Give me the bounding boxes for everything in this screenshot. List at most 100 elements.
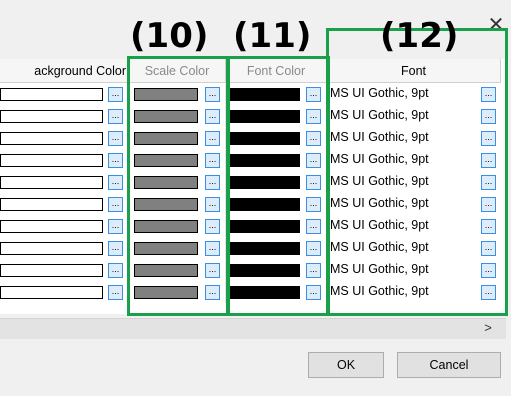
scale-color-browse-button[interactable]: ... [205, 285, 220, 300]
scale-color-cell[interactable]: ... [129, 238, 226, 259]
font-color-cell[interactable]: ... [226, 260, 327, 281]
font-color-cell[interactable]: ... [226, 150, 327, 171]
background-color-browse-button[interactable]: ... [108, 175, 123, 190]
scale-color-browse-button[interactable]: ... [205, 263, 220, 278]
table-row[interactable]: ......... MS UI Gothic, 9pt... [0, 128, 506, 149]
scale-color-browse-button[interactable]: ... [205, 219, 220, 234]
font-browse-button[interactable]: ... [481, 87, 496, 102]
background-color-cell[interactable]: ... [0, 238, 129, 259]
font-color-browse-button[interactable]: ... [306, 109, 321, 124]
column-header-scale-color[interactable]: Scale Color [129, 59, 226, 83]
font-browse-button[interactable]: ... [481, 241, 496, 256]
font-color-swatch [230, 198, 300, 211]
scale-color-browse-button[interactable]: ... [205, 131, 220, 146]
font-value: MS UI Gothic, 9pt [330, 174, 429, 188]
background-color-browse-button[interactable]: ... [108, 197, 123, 212]
font-browse-button[interactable]: ... [481, 197, 496, 212]
background-color-cell[interactable]: ... [0, 150, 129, 171]
table-row[interactable]: ......... MS UI Gothic, 9pt... [0, 106, 506, 127]
scroll-right-icon[interactable]: > [478, 319, 498, 337]
background-color-swatch [0, 154, 103, 167]
table-row[interactable]: ......... MS UI Gothic, 9pt... [0, 150, 506, 171]
background-color-browse-button[interactable]: ... [108, 219, 123, 234]
font-color-browse-button[interactable]: ... [306, 263, 321, 278]
background-color-cell[interactable]: ... [0, 172, 129, 193]
background-color-swatch [0, 198, 103, 211]
scale-color-cell[interactable]: ... [129, 84, 226, 105]
scale-color-cell[interactable]: ... [129, 282, 226, 303]
background-color-cell[interactable]: ... [0, 84, 129, 105]
font-color-browse-button[interactable]: ... [306, 153, 321, 168]
column-header-font-color[interactable]: Font Color [226, 59, 327, 83]
font-browse-button[interactable]: ... [481, 153, 496, 168]
scale-color-browse-button[interactable]: ... [205, 197, 220, 212]
background-color-cell[interactable]: ... [0, 260, 129, 281]
table-row[interactable]: ......... MS UI Gothic, 9pt... [0, 238, 506, 259]
background-color-cell[interactable]: ... [0, 194, 129, 215]
font-browse-button[interactable]: ... [481, 285, 496, 300]
background-color-browse-button[interactable]: ... [108, 285, 123, 300]
background-color-swatch [0, 176, 103, 189]
background-color-cell[interactable]: ... [0, 106, 129, 127]
font-color-cell[interactable]: ... [226, 194, 327, 215]
font-color-cell[interactable]: ... [226, 216, 327, 237]
font-color-browse-button[interactable]: ... [306, 87, 321, 102]
font-color-cell[interactable]: ... [226, 172, 327, 193]
font-color-browse-button[interactable]: ... [306, 175, 321, 190]
scale-color-browse-button[interactable]: ... [205, 87, 220, 102]
font-color-cell[interactable]: ... [226, 106, 327, 127]
font-browse-button[interactable]: ... [481, 219, 496, 234]
scale-color-cell[interactable]: ... [129, 260, 226, 281]
scale-color-cell[interactable]: ... [129, 128, 226, 149]
column-header-background-color[interactable]: ackground Color [0, 59, 129, 83]
background-color-cell[interactable]: ... [0, 282, 129, 303]
scale-color-swatch [134, 132, 198, 145]
font-color-swatch [230, 286, 300, 299]
horizontal-scrollbar[interactable] [0, 318, 506, 339]
font-color-cell[interactable]: ... [226, 84, 327, 105]
callout-10: (10) [130, 16, 209, 56]
background-color-browse-button[interactable]: ... [108, 241, 123, 256]
font-color-cell[interactable]: ... [226, 282, 327, 303]
font-color-cell[interactable]: ... [226, 238, 327, 259]
table-row[interactable]: ......... MS UI Gothic, 9pt... [0, 194, 506, 215]
scale-color-cell[interactable]: ... [129, 150, 226, 171]
font-color-browse-button[interactable]: ... [306, 131, 321, 146]
font-browse-button[interactable]: ... [481, 263, 496, 278]
font-color-browse-button[interactable]: ... [306, 241, 321, 256]
font-value: MS UI Gothic, 9pt [330, 196, 429, 210]
background-color-browse-button[interactable]: ... [108, 131, 123, 146]
background-color-cell[interactable]: ... [0, 216, 129, 237]
scale-color-cell[interactable]: ... [129, 216, 226, 237]
callout-12: (12) [380, 16, 459, 56]
font-value: MS UI Gothic, 9pt [330, 218, 429, 232]
font-browse-button[interactable]: ... [481, 131, 496, 146]
scale-color-browse-button[interactable]: ... [205, 175, 220, 190]
cancel-button[interactable]: Cancel [397, 352, 501, 378]
scale-color-browse-button[interactable]: ... [205, 241, 220, 256]
background-color-browse-button[interactable]: ... [108, 153, 123, 168]
font-color-browse-button[interactable]: ... [306, 219, 321, 234]
close-icon[interactable]: ✕ [486, 14, 506, 34]
scale-color-cell[interactable]: ... [129, 106, 226, 127]
font-color-cell[interactable]: ... [226, 128, 327, 149]
background-color-browse-button[interactable]: ... [108, 263, 123, 278]
scale-color-browse-button[interactable]: ... [205, 153, 220, 168]
table-row[interactable]: ......... MS UI Gothic, 9pt... [0, 282, 506, 303]
font-color-browse-button[interactable]: ... [306, 197, 321, 212]
table-row[interactable]: ......... MS UI Gothic, 9pt... [0, 216, 506, 237]
scale-color-cell[interactable]: ... [129, 194, 226, 215]
table-row[interactable]: ......... MS UI Gothic, 9pt... [0, 260, 506, 281]
scale-color-browse-button[interactable]: ... [205, 109, 220, 124]
table-row[interactable]: ......... MS UI Gothic, 9pt... [0, 84, 506, 105]
background-color-cell[interactable]: ... [0, 128, 129, 149]
font-color-browse-button[interactable]: ... [306, 285, 321, 300]
font-browse-button[interactable]: ... [481, 175, 496, 190]
font-browse-button[interactable]: ... [481, 109, 496, 124]
background-color-browse-button[interactable]: ... [108, 109, 123, 124]
background-color-browse-button[interactable]: ... [108, 87, 123, 102]
ok-button[interactable]: OK [308, 352, 384, 378]
scale-color-cell[interactable]: ... [129, 172, 226, 193]
table-row[interactable]: ......... MS UI Gothic, 9pt... [0, 172, 506, 193]
column-header-font[interactable]: Font [327, 59, 501, 83]
